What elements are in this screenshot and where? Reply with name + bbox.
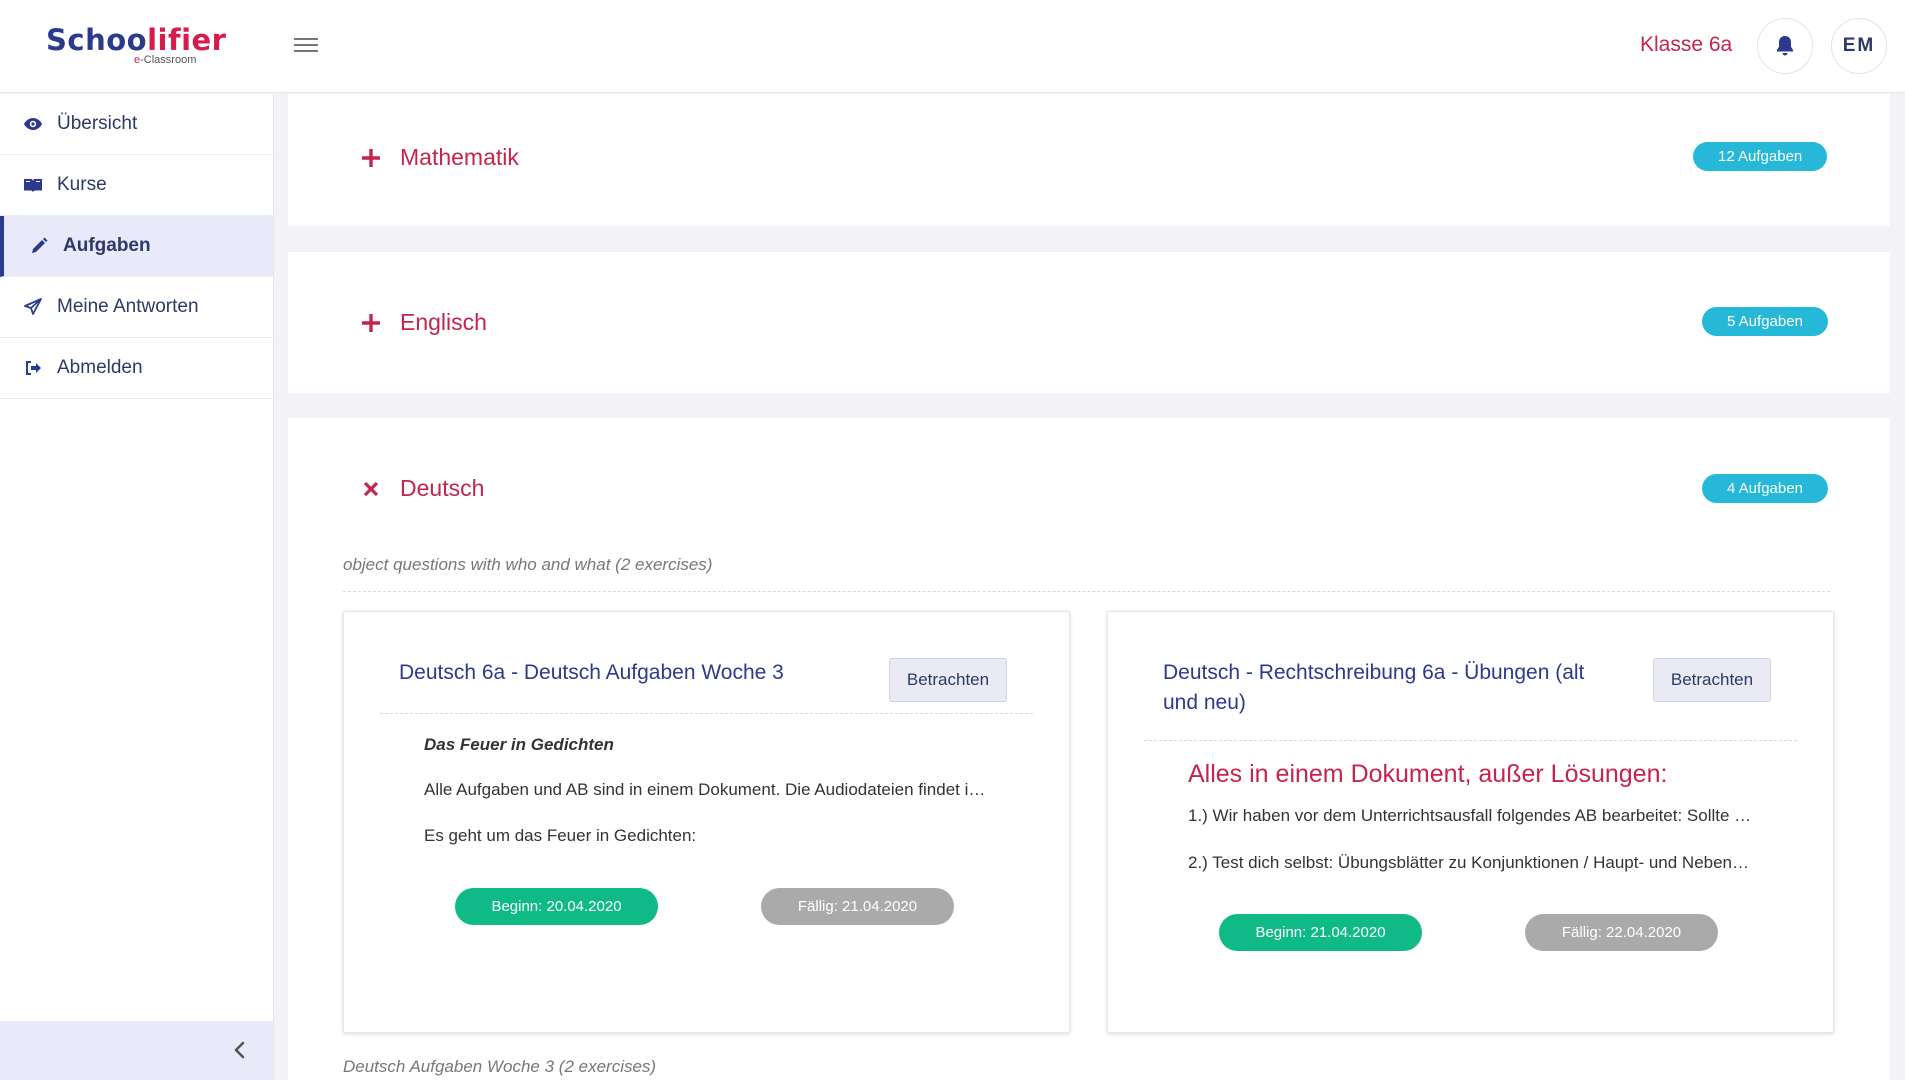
user-avatar[interactable]: EM xyxy=(1831,18,1887,74)
subject-title: Englisch xyxy=(400,309,487,335)
task-title: Deutsch 6a - Deutsch Aufgaben Woche 3 xyxy=(399,661,784,684)
app-logo[interactable]: Schoolifier e-Classroom xyxy=(46,24,236,68)
sidebar-footer xyxy=(0,1021,273,1080)
book-icon xyxy=(22,174,44,196)
logo-wordmark: Schoolifier xyxy=(46,23,227,57)
plus-icon xyxy=(358,310,384,336)
exercise-group-title: object questions with who and what (2 ex… xyxy=(343,555,713,574)
divider xyxy=(343,591,1830,592)
sidebar-item-label: Abmelden xyxy=(57,357,143,378)
task-count-badge: 5 Aufgaben xyxy=(1702,307,1828,336)
exercise-group-title: Deutsch Aufgaben Woche 3 (2 exercises) xyxy=(343,1057,657,1076)
subject-toggle-englisch[interactable]: Englisch xyxy=(358,309,487,336)
start-date-badge: Beginn: 21.04.2020 xyxy=(1219,914,1422,951)
sidebar-item-label: Kurse xyxy=(57,174,107,195)
sidebar: Übersicht Kurse Aufgaben Meine Antworten… xyxy=(0,94,274,1080)
task-count-badge: 12 Aufgaben xyxy=(1693,142,1828,171)
sidebar-item-label: Übersicht xyxy=(57,113,138,134)
sidebar-item-aufgaben[interactable]: Aufgaben xyxy=(0,216,273,277)
subject-panel-mathematik: Mathematik 12 Aufgaben xyxy=(288,94,1890,226)
close-icon xyxy=(358,476,384,502)
sidebar-item-uebersicht[interactable]: Übersicht xyxy=(0,94,273,155)
task-description-line: 2.) Test dich selbst: Übungsblätter zu K… xyxy=(1188,853,1753,872)
due-date-badge: Fällig: 22.04.2020 xyxy=(1525,914,1718,951)
plus-icon xyxy=(358,145,384,171)
sidebar-item-meine-antworten[interactable]: Meine Antworten xyxy=(0,277,273,338)
task-heading: Alles in einem Dokument, außer Lösungen: xyxy=(1188,760,1668,788)
subject-panel-englisch: Englisch 5 Aufgaben xyxy=(288,252,1890,393)
task-description-line: Es geht um das Feuer in Gedichten: xyxy=(424,826,697,845)
task-title: Deutsch - Rechtschreibung 6a - Übungen (… xyxy=(1163,661,1585,714)
task-description-line: 1.) Wir haben vor dem Unterrichtsausfall… xyxy=(1188,806,1753,825)
paper-plane-icon xyxy=(22,296,44,318)
subject-toggle-mathematik[interactable]: Mathematik xyxy=(358,144,519,171)
sidebar-item-label: Aufgaben xyxy=(63,235,151,256)
view-task-button[interactable]: Betrachten xyxy=(1653,658,1771,702)
subject-toggle-deutsch[interactable]: Deutsch xyxy=(358,475,484,502)
logo-subtitle: e-Classroom xyxy=(134,54,197,66)
subject-title: Deutsch xyxy=(400,475,485,501)
sidebar-item-kurse[interactable]: Kurse xyxy=(0,155,273,216)
class-selector[interactable]: Klasse 6a xyxy=(1640,33,1732,57)
divider xyxy=(1144,740,1797,741)
task-description-line: Alle Aufgaben und AB sind in einem Dokum… xyxy=(424,780,989,799)
eye-icon xyxy=(22,113,44,135)
view-task-button[interactable]: Betrachten xyxy=(889,658,1007,702)
sidebar-item-abmelden[interactable]: Abmelden xyxy=(0,338,273,399)
subject-title: Mathematik xyxy=(400,144,519,170)
task-count-badge: 4 Aufgaben xyxy=(1702,474,1828,503)
pencil-icon xyxy=(28,235,50,257)
top-header: Schoolifier e-Classroom Klasse 6a EM xyxy=(0,0,1905,93)
due-date-badge: Fällig: 21.04.2020 xyxy=(761,888,954,925)
bell-icon xyxy=(1777,36,1793,56)
sidebar-item-label: Meine Antworten xyxy=(57,296,199,317)
divider xyxy=(380,713,1033,714)
notifications-button[interactable] xyxy=(1757,18,1813,74)
task-card: Deutsch 6a - Deutsch Aufgaben Woche 3 Be… xyxy=(343,611,1070,1033)
task-card: Deutsch - Rechtschreibung 6a - Übungen (… xyxy=(1107,611,1834,1033)
sign-out-icon xyxy=(22,357,44,379)
menu-toggle-icon[interactable] xyxy=(292,34,320,58)
chevron-left-icon[interactable] xyxy=(229,1039,251,1061)
task-subtitle: Das Feuer in Gedichten xyxy=(424,735,614,754)
start-date-badge: Beginn: 20.04.2020 xyxy=(455,888,658,925)
